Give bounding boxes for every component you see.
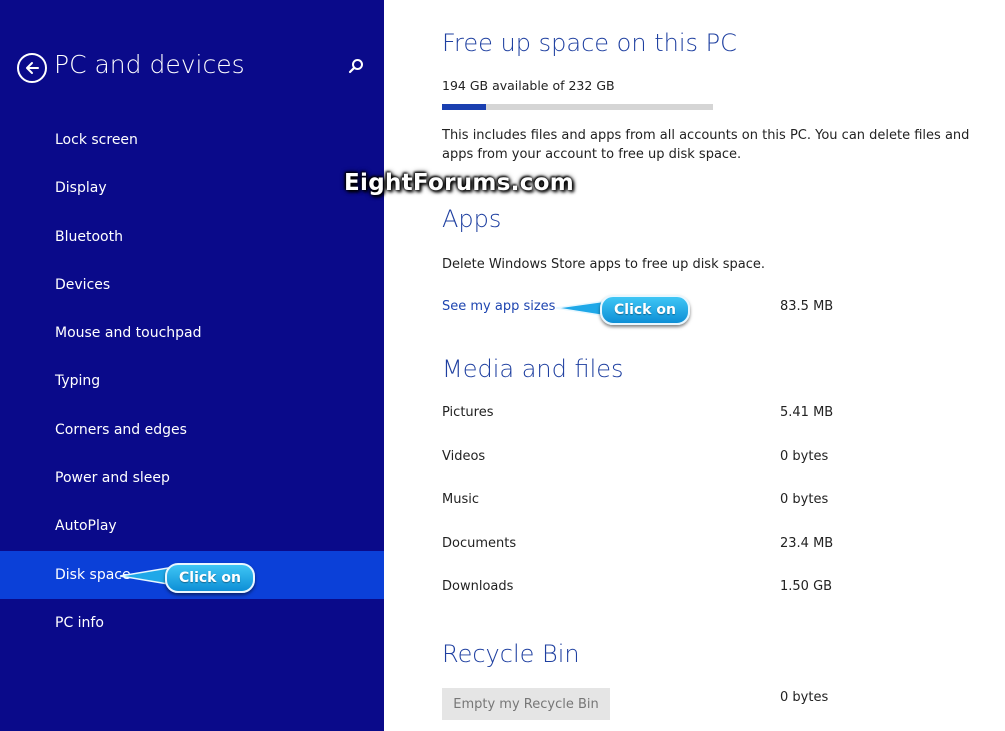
nav-item-label: Typing bbox=[55, 373, 101, 390]
media-row-value: 0 bytes bbox=[780, 449, 829, 464]
nav-item-corners-and-edges[interactable]: Corners and edges bbox=[0, 406, 384, 454]
media-and-files-heading: Media and files bbox=[442, 355, 624, 383]
nav-item-label: Power and sleep bbox=[55, 470, 170, 487]
callout-app-sizes: Click on bbox=[600, 295, 690, 325]
storage-available-text: 194 GB available of 232 GB bbox=[442, 78, 615, 93]
media-row-value: 0 bytes bbox=[780, 492, 829, 507]
main-content: Free up space on this PC 194 GB availabl… bbox=[384, 0, 1005, 731]
media-row-value: 1.50 GB bbox=[780, 579, 833, 594]
media-row-value: 5.41 MB bbox=[780, 405, 834, 420]
nav-item-autoplay[interactable]: AutoPlay bbox=[0, 502, 384, 550]
nav-item-devices[interactable]: Devices bbox=[0, 261, 384, 309]
page-title: Free up space on this PC bbox=[442, 29, 737, 57]
nav-item-label: Corners and edges bbox=[55, 421, 187, 438]
nav-item-display[interactable]: Display bbox=[0, 164, 384, 212]
nav-item-label: AutoPlay bbox=[55, 518, 117, 535]
media-row-label: Documents bbox=[442, 536, 517, 551]
callout-pointer bbox=[119, 567, 169, 585]
nav-item-power-and-sleep[interactable]: Power and sleep bbox=[0, 454, 384, 502]
nav-item-label: Mouse and touchpad bbox=[55, 325, 202, 342]
nav-item-pc-info[interactable]: PC info bbox=[0, 599, 384, 647]
nav-item-label: PC info bbox=[55, 614, 104, 631]
apps-size-value: 83.5 MB bbox=[780, 299, 834, 314]
back-button[interactable] bbox=[17, 53, 47, 83]
nav-item-label: Devices bbox=[55, 276, 111, 293]
back-arrow-icon bbox=[26, 62, 39, 74]
see-my-app-sizes-link[interactable]: See my app sizes bbox=[442, 299, 555, 314]
apps-heading: Apps bbox=[442, 205, 502, 233]
empty-recycle-bin-button[interactable]: Empty my Recycle Bin bbox=[442, 688, 610, 720]
nav-item-label: Display bbox=[55, 180, 107, 197]
apps-description: Delete Windows Store apps to free up dis… bbox=[442, 257, 766, 272]
storage-usage-bar bbox=[442, 104, 713, 110]
settings-sidebar: PC and devices Lock screen Display Bluet… bbox=[0, 0, 384, 731]
nav-item-typing[interactable]: Typing bbox=[0, 357, 384, 405]
storage-usage-fill bbox=[442, 104, 487, 110]
nav-item-mouse-and-touchpad[interactable]: Mouse and touchpad bbox=[0, 309, 384, 357]
pane-title: PC and devices bbox=[54, 50, 245, 79]
nav-item-label: Bluetooth bbox=[55, 228, 123, 245]
search-icon[interactable] bbox=[346, 57, 366, 77]
media-row-label: Music bbox=[442, 492, 479, 507]
media-row-label: Pictures bbox=[442, 405, 494, 420]
nav-item-label: Lock screen bbox=[55, 132, 138, 148]
media-row-label: Downloads bbox=[442, 579, 514, 594]
nav-item-bluetooth[interactable]: Bluetooth bbox=[0, 213, 384, 261]
watermark: EightForums.com bbox=[344, 170, 575, 196]
recycle-bin-value: 0 bytes bbox=[780, 690, 829, 705]
media-row-value: 23.4 MB bbox=[780, 536, 834, 551]
media-row-label: Videos bbox=[442, 449, 486, 464]
nav-item-lock-screen[interactable]: Lock screen bbox=[0, 116, 384, 164]
storage-description: This includes files and apps from all ac… bbox=[442, 128, 970, 162]
callout-disk-space: Click on bbox=[165, 563, 255, 593]
recycle-bin-heading: Recycle Bin bbox=[442, 640, 580, 668]
